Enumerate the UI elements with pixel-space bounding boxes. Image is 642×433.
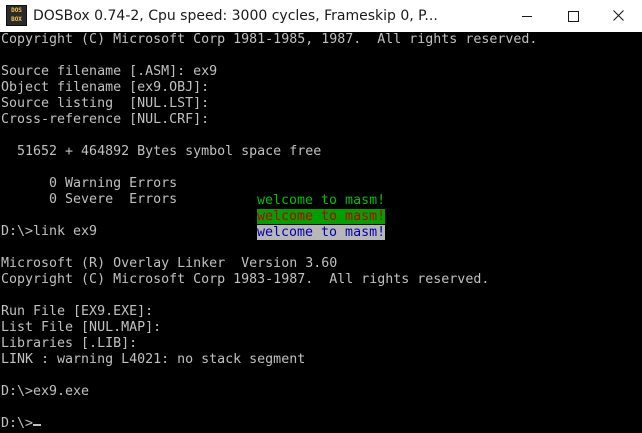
terminal-line: 0 Warning Errors (1, 176, 178, 191)
program-output-green: welcome to masm! (257, 193, 386, 208)
icon-text-top: DOS (11, 7, 22, 14)
terminal-line: LINK : warning L4021: no stack segment (1, 352, 306, 367)
close-button[interactable] (596, 0, 642, 32)
command-prompt: D:\> (1, 416, 34, 431)
terminal-line: Microsoft (R) Overlay Linker Version 3.6… (1, 256, 338, 271)
dos-terminal[interactable]: Copyright (C) Microsoft Corp 1981-1985, … (0, 32, 642, 433)
terminal-line: Copyright (C) Microsoft Corp 1983-1987. … (1, 272, 490, 287)
terminal-line: D:\>link ex9 (1, 224, 98, 239)
dosbox-app-icon[interactable]: DOS BOX (6, 5, 27, 26)
title-bar[interactable]: DOS BOX DOSBox 0.74-2, Cpu speed: 3000 c… (0, 0, 642, 32)
terminal-line: Source listing [NUL.LST]: (1, 96, 210, 111)
terminal-line: Cross-reference [NUL.CRF]: (1, 112, 210, 127)
maximize-button[interactable] (550, 0, 596, 32)
terminal-line: Run File [EX9.EXE]: (1, 304, 154, 319)
terminal-line: Source filename [.ASM]: ex9 (1, 64, 218, 79)
program-output-red-on-green: welcome to masm! (257, 209, 386, 224)
terminal-line: List File [NUL.MAP]: (1, 320, 162, 335)
dosbox-window: DOS BOX DOSBox 0.74-2, Cpu speed: 3000 c… (0, 0, 642, 433)
close-icon (613, 10, 624, 21)
terminal-line: D:\>ex9.exe (1, 384, 90, 399)
minimize-icon (522, 16, 532, 17)
terminal-line: 51652 + 464892 Bytes symbol space free (1, 144, 322, 159)
terminal-line: Copyright (C) Microsoft Corp 1981-1985, … (1, 32, 538, 47)
terminal-line: Libraries [.LIB]: (1, 336, 138, 351)
program-output-blue-on-grey: welcome to masm! (257, 225, 386, 240)
maximize-icon (568, 11, 579, 22)
text-cursor (33, 424, 41, 426)
window-title: DOSBox 0.74-2, Cpu speed: 3000 cycles, F… (33, 8, 438, 24)
terminal-line: Object filename [ex9.OBJ]: (1, 80, 210, 95)
terminal-line: 0 Severe Errors (1, 192, 178, 207)
minimize-button[interactable] (504, 0, 550, 32)
icon-text-bottom: BOX (11, 16, 22, 23)
